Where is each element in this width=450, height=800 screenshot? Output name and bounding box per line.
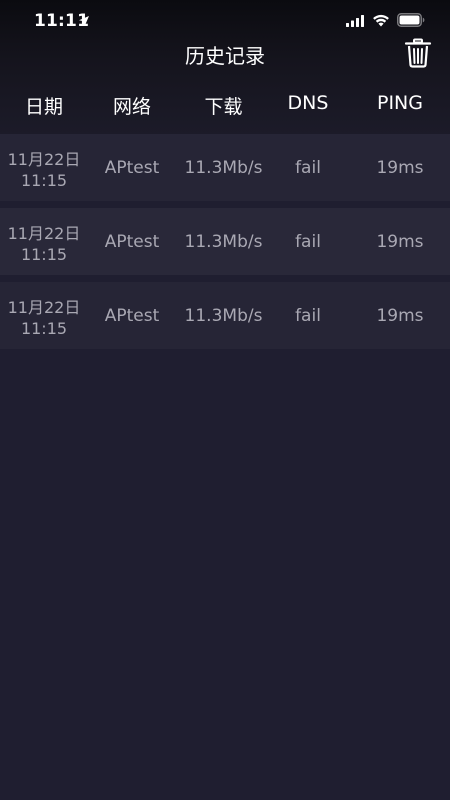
row-datetime: 11月22日 11:15: [0, 223, 88, 265]
row-download: 11.3Mb/s: [184, 158, 263, 178]
row-network: APtest: [104, 158, 160, 178]
row-network: APtest: [104, 306, 160, 326]
row-dns: fail: [295, 158, 321, 178]
delete-history-button[interactable]: [404, 38, 432, 68]
row-download: 11.3Mb/s: [184, 306, 263, 326]
header-date: 日期: [24, 96, 63, 118]
row-time: 11:15: [20, 245, 68, 264]
row-time: 11:15: [20, 319, 68, 338]
row-datetime: 11月22日 11:15: [0, 297, 88, 339]
table-row[interactable]: 11月22日 11:15 APtest 11.3Mb/s fail 19ms: [0, 282, 450, 349]
battery-icon: [397, 13, 425, 27]
row-download: 11.3Mb/s: [184, 232, 263, 252]
history-screen: 11:11 历史记录 日期 网络 下载 DNS PING 11月22日 11:1…: [0, 0, 450, 800]
nav-bar: 历史记录: [0, 36, 450, 72]
wifi-icon: [373, 14, 389, 27]
table-header: 日期 网络 下载 DNS PING: [0, 86, 450, 122]
row-dns: fail: [295, 232, 321, 252]
row-date: 11月22日: [7, 150, 81, 169]
cellular-signal-icon: [346, 15, 364, 27]
header-download: 下载: [204, 96, 243, 118]
row-ping: 19ms: [376, 232, 424, 252]
location-arrow-icon: [79, 16, 89, 26]
row-datetime: 11月22日 11:15: [0, 149, 88, 191]
header-network: 网络: [112, 96, 151, 118]
row-date: 11月22日: [7, 224, 81, 243]
row-network: APtest: [104, 232, 160, 252]
row-ping: 19ms: [376, 306, 424, 326]
header-dns: DNS: [287, 92, 329, 114]
history-list: 11月22日 11:15 APtest 11.3Mb/s fail 19ms 1…: [0, 134, 450, 356]
table-row[interactable]: 11月22日 11:15 APtest 11.3Mb/s fail 19ms: [0, 134, 450, 201]
page-title: 历史记录: [185, 44, 265, 68]
table-row[interactable]: 11月22日 11:15 APtest 11.3Mb/s fail 19ms: [0, 208, 450, 275]
header-ping: PING: [377, 92, 423, 114]
trash-icon: [404, 38, 432, 68]
row-ping: 19ms: [376, 158, 424, 178]
row-dns: fail: [295, 306, 321, 326]
row-date: 11月22日: [7, 298, 81, 317]
row-time: 11:15: [20, 171, 68, 190]
